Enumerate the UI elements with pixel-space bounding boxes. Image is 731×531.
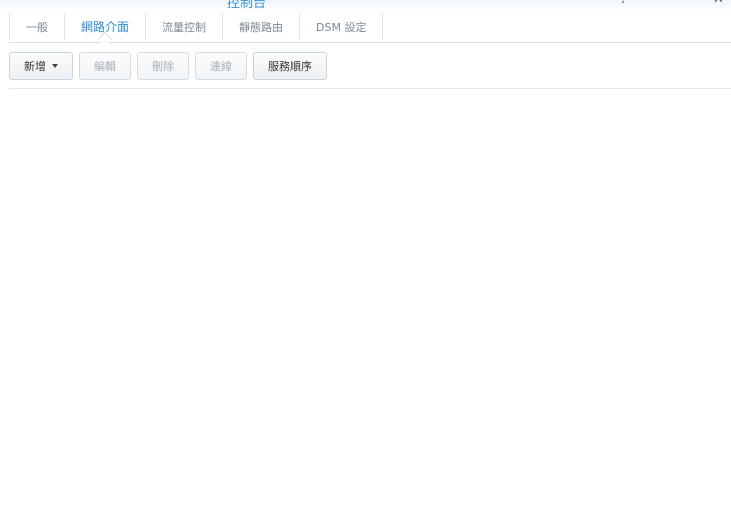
edit-button-label: 編輯 [94,60,116,73]
tab-network-interface[interactable]: 網路介面 [64,13,145,47]
tab-static-route[interactable]: 靜態路由 [222,13,299,40]
tab-bar: 一般 網路介面 流量控制 靜態路由 DSM 設定 [9,10,731,47]
help-icon[interactable]: ? [620,0,627,7]
tab-traffic-control[interactable]: 流量控制 [145,13,222,40]
tab-label: DSM 設定 [316,20,367,34]
toolbar: 新增 編輯 刪除 連線 服務順序 [9,52,327,80]
title-bar: 控制台 ? — ✕ [0,0,731,11]
connect-button[interactable]: 連線 [195,52,247,80]
chevron-down-icon [52,64,58,68]
tab-label: 流量控制 [162,20,207,34]
minimize-icon[interactable]: — [685,0,698,7]
service-order-button[interactable]: 服務順序 [253,52,327,80]
edit-button[interactable]: 編輯 [79,52,131,80]
add-button[interactable]: 新增 [9,52,73,80]
tab-general[interactable]: 一般 [9,13,64,40]
add-button-label: 新增 [24,60,46,73]
tab-label: 一般 [26,20,48,34]
tab-dsm-settings[interactable]: DSM 設定 [299,13,384,40]
service-order-button-label: 服務順序 [268,60,312,73]
close-icon[interactable]: ✕ [713,0,724,7]
delete-button[interactable]: 刪除 [137,52,189,80]
delete-button-label: 刪除 [152,60,174,73]
tab-label: 靜態路由 [239,20,284,34]
connect-button-label: 連線 [210,60,232,73]
control-panel-window: 控制台 ? — ✕ 一般 網路介面 流量控制 靜態路由 DSM 設定 新增 編輯 [0,0,731,531]
interface-list-area [9,89,731,531]
